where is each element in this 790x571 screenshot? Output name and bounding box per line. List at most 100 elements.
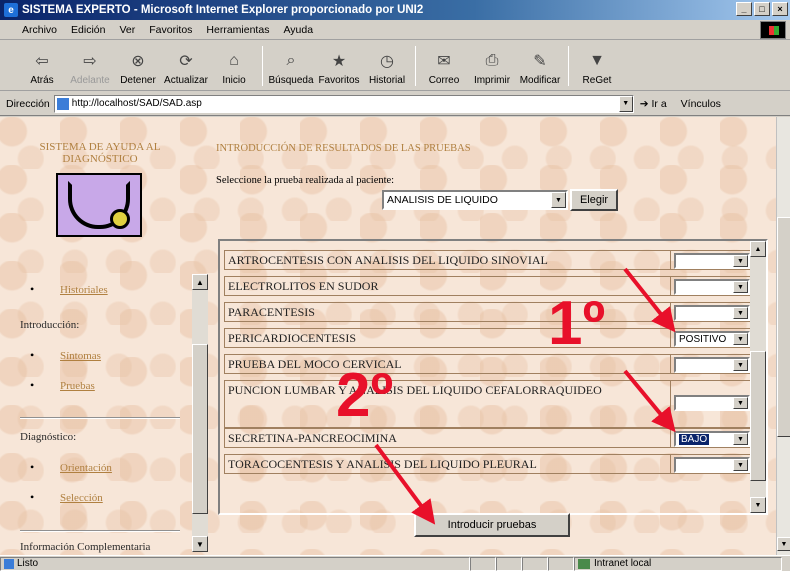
page-title: INTRODUCCIÓN DE RESULTADOS DE LAS PRUEBA… xyxy=(216,143,471,154)
scroll-down-icon[interactable]: ▼ xyxy=(777,537,790,551)
scroll-thumb[interactable] xyxy=(777,217,790,437)
link-sintomas[interactable]: Síntomas xyxy=(60,350,101,362)
table-row: ELECTROLITOS EN SUDOR ▼ xyxy=(224,276,752,296)
result-select[interactable]: ▼ xyxy=(674,357,750,373)
edit-icon: ✎ xyxy=(533,53,547,70)
reget-button[interactable]: ▼ ReGet xyxy=(573,44,621,90)
link-seleccion[interactable]: Selección xyxy=(60,492,103,504)
refresh-icon: ⟳ xyxy=(179,53,193,70)
menu-ver[interactable]: Ver xyxy=(119,24,135,36)
bullet-icon: • xyxy=(30,378,35,392)
mail-button[interactable]: ✉ Correo xyxy=(420,44,468,90)
result-cell: ▼ xyxy=(670,250,752,270)
home-icon: ⌂ xyxy=(229,52,239,69)
scroll-up-icon[interactable]: ▲ xyxy=(192,274,208,290)
result-select[interactable]: ▼ xyxy=(674,305,750,321)
result-cell: ▼ xyxy=(670,454,752,474)
table-row: PARACENTESIS ▼ xyxy=(224,302,752,322)
menu-edicion[interactable]: Edición xyxy=(71,24,105,36)
page-content: SISTEMA DE AYUDA AL DIAGNÓSTICO • Histor… xyxy=(0,117,776,555)
bullet-icon: • xyxy=(30,460,35,474)
chevron-down-icon[interactable]: ▼ xyxy=(733,397,748,409)
chevron-down-icon[interactable]: ▼ xyxy=(733,459,748,471)
print-button[interactable]: ⎙ Imprimir xyxy=(468,44,516,90)
table-row: PUNCION LUMBAR Y ANALISIS DEL LIQUIDO CE… xyxy=(224,380,752,428)
back-arrow-icon: ⇦ xyxy=(35,53,49,70)
scroll-thumb[interactable] xyxy=(192,344,208,514)
scroll-thumb[interactable] xyxy=(750,351,766,481)
chevron-down-icon[interactable]: ▼ xyxy=(733,281,748,293)
menu-favoritos[interactable]: Favoritos xyxy=(149,24,192,36)
chevron-down-icon[interactable]: ▼ xyxy=(733,307,748,319)
tests-scrollbar[interactable]: ▲ ▼ xyxy=(750,241,766,513)
bullet-icon: • xyxy=(30,348,35,362)
chevron-down-icon[interactable]: ▼ xyxy=(733,433,748,445)
chevron-down-icon[interactable]: ▼ xyxy=(551,192,566,208)
result-select[interactable]: ▼ xyxy=(674,457,750,473)
elegir-button[interactable]: Elegir xyxy=(570,189,618,211)
go-button[interactable]: ➔ Ir a xyxy=(640,98,667,110)
link-historiales[interactable]: Historiales xyxy=(60,284,108,296)
link-orientacion[interactable]: Orientación xyxy=(60,462,112,474)
section-informacion: Información Complementaria xyxy=(20,541,151,553)
sidebar-scrollbar[interactable]: ▲ ▼ xyxy=(192,274,208,552)
test-name: ARTROCENTESIS CON ANALISIS DEL LIQUIDO S… xyxy=(224,250,670,270)
page-scrollbar[interactable]: ▲ ▼ xyxy=(776,117,790,555)
scroll-down-icon[interactable]: ▼ xyxy=(750,497,766,513)
history-button[interactable]: ◷ Historial xyxy=(363,44,411,90)
edit-button[interactable]: ✎ Modificar xyxy=(516,44,564,90)
section-introduccion: Introducción: xyxy=(20,319,80,331)
search-icon: ⌕ xyxy=(286,52,296,69)
toolbar-separator xyxy=(262,46,263,86)
scroll-up-icon[interactable]: ▲ xyxy=(750,241,766,257)
result-select[interactable]: ▼ xyxy=(674,253,750,269)
status-bar: Listo Intranet local xyxy=(0,555,790,571)
favorites-button[interactable]: ★ Favoritos xyxy=(315,44,363,90)
result-cell: ▼ xyxy=(670,380,752,428)
toolbar: ⇦ Atrás ⇨ Adelante ⊗ Detener ⟳ Actualizar ⌂ I… xyxy=(0,41,790,91)
address-input[interactable]: http://localhost/SAD/SAD.asp ▼ xyxy=(53,94,634,113)
close-button[interactable]: × xyxy=(772,2,788,16)
sidebar-title: SISTEMA DE AYUDA AL DIAGNÓSTICO xyxy=(39,141,161,165)
sidebar-divider xyxy=(20,417,180,419)
favorites-icon: ★ xyxy=(331,53,347,70)
result-select[interactable]: ▼ xyxy=(674,279,750,295)
maximize-button[interactable]: □ xyxy=(754,2,770,16)
table-row: SECRETINA-PANCREOCIMINA BAJO ▼ xyxy=(224,428,752,448)
forward-button[interactable]: ⇨ Adelante xyxy=(66,44,114,90)
address-dropdown-icon[interactable]: ▼ xyxy=(618,95,633,112)
result-select[interactable]: ▼ xyxy=(674,395,750,411)
window-title: SISTEMA EXPERTO - Microsoft Internet Exp… xyxy=(22,4,424,16)
intranet-icon xyxy=(578,558,590,569)
refresh-button[interactable]: ⟳ Actualizar xyxy=(162,44,210,90)
table-row: PRUEBA DEL MOCO CERVICAL ▼ xyxy=(224,354,752,374)
toolbar-separator xyxy=(568,46,569,86)
result-cell: BAJO ▼ xyxy=(670,428,752,448)
links-button[interactable]: Vínculos xyxy=(681,98,721,110)
search-button[interactable]: ⌕ Búsqueda xyxy=(267,44,315,90)
chevron-down-icon[interactable]: ▼ xyxy=(733,359,748,371)
forward-arrow-icon: ⇨ xyxy=(83,53,97,70)
table-row: ARTROCENTESIS CON ANALISIS DEL LIQUIDO S… xyxy=(224,250,752,270)
result-select[interactable]: POSITIVO ▼ xyxy=(674,331,750,347)
result-select[interactable]: BAJO ▼ xyxy=(674,431,750,447)
back-button[interactable]: ⇦ Atrás xyxy=(18,44,66,90)
link-pruebas[interactable]: Pruebas xyxy=(60,380,95,392)
minimize-button[interactable]: _ xyxy=(736,2,752,16)
chevron-down-icon[interactable]: ▼ xyxy=(733,255,748,267)
stop-button[interactable]: ⊗ Detener xyxy=(114,44,162,90)
submit-tests-button[interactable]: Introducir pruebas xyxy=(414,513,570,537)
title-bar: e SISTEMA EXPERTO - Microsoft Internet E… xyxy=(0,0,790,20)
scroll-down-icon[interactable]: ▼ xyxy=(192,536,208,552)
chevron-down-icon[interactable]: ▼ xyxy=(733,333,748,345)
stethoscope-logo-icon xyxy=(56,173,142,237)
menu-ayuda[interactable]: Ayuda xyxy=(283,24,313,36)
result-cell: ▼ xyxy=(670,276,752,296)
home-button[interactable]: ⌂ Inicio xyxy=(210,44,258,90)
menu-archivo[interactable]: Archivo xyxy=(22,24,57,36)
table-row: TORACOCENTESIS Y ANALISIS DEL LIQUIDO PL… xyxy=(224,454,752,474)
menu-herramientas[interactable]: Herramientas xyxy=(206,24,269,36)
windows-logo-icon xyxy=(760,21,786,39)
menu-bar: Archivo Edición Ver Favoritos Herramient… xyxy=(0,20,790,40)
test-type-select[interactable]: ANALISIS DE LIQUIDO ▼ xyxy=(382,190,568,210)
